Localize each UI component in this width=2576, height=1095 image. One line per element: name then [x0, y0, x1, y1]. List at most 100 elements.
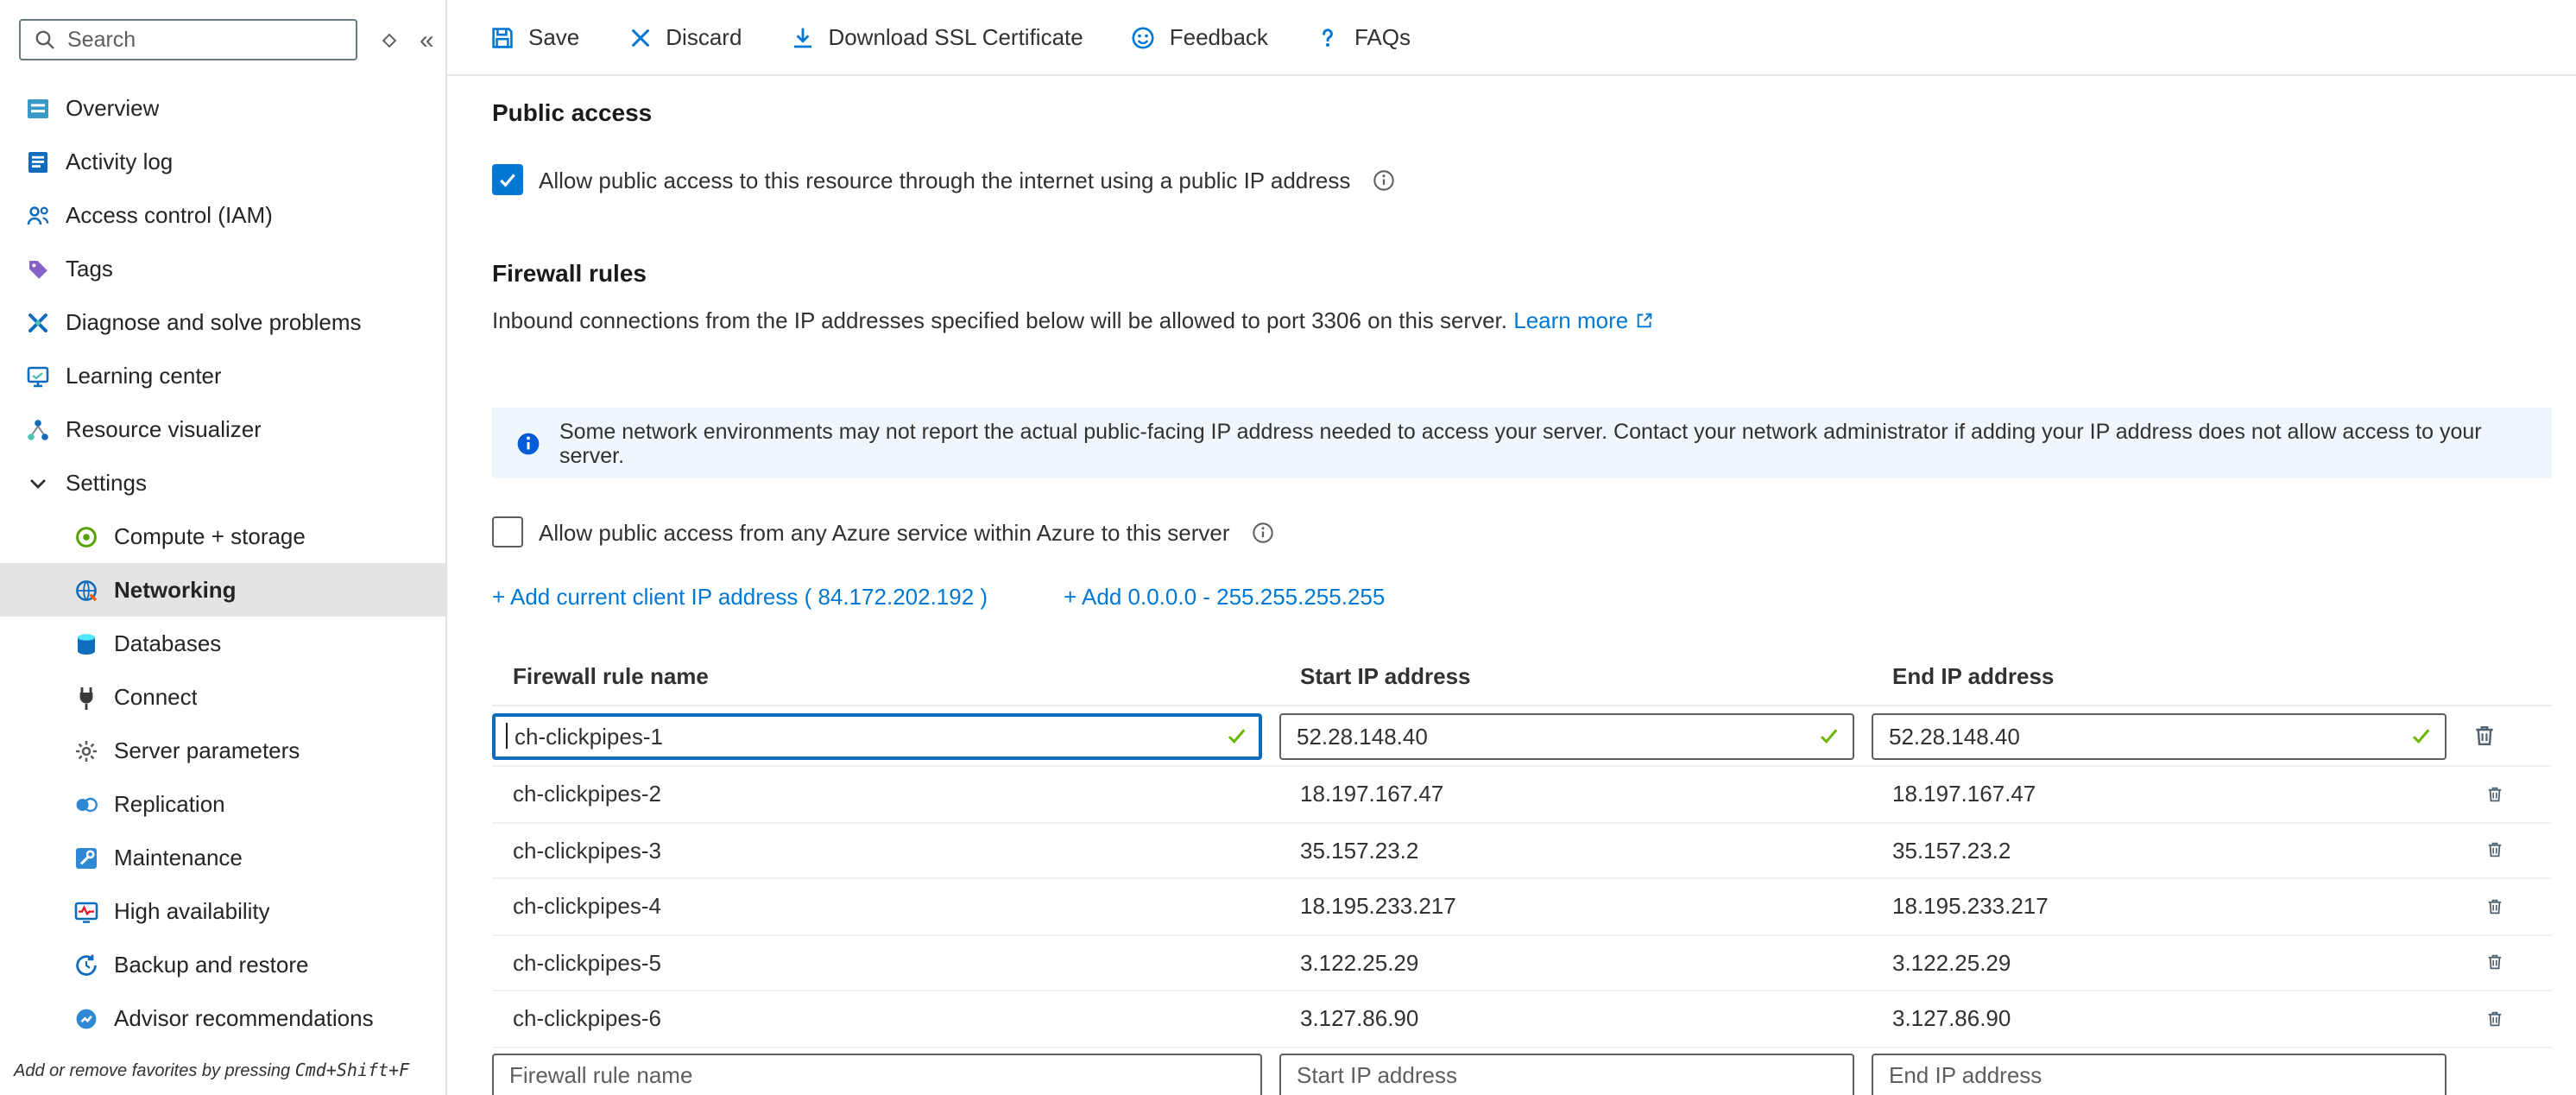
chevron-down-icon	[24, 469, 52, 497]
delete-rule-button[interactable]	[2464, 998, 2505, 1040]
sidebar-item-label: Server parameters	[114, 737, 300, 763]
save-label: Save	[528, 24, 579, 50]
start-ip-cell: 18.197.167.47	[1279, 782, 1854, 807]
add-ip-range-link[interactable]: + Add 0.0.0.0 - 255.255.255.255	[1064, 583, 1385, 609]
azure-access-checkbox-row: Allow public access from any Azure servi…	[492, 515, 2552, 549]
network-info-banner: Some network environments may not report…	[492, 408, 2552, 478]
sidebar-item-server-parameters[interactable]: Server parameters	[0, 724, 445, 777]
discard-button[interactable]: Discard	[626, 23, 742, 51]
firewall-table-header: Firewall rule name Start IP address End …	[492, 663, 2552, 706]
sidebar-item-label: Access control (IAM)	[66, 202, 273, 228]
start-ip-input-wrap	[1279, 712, 1854, 759]
start-ip-cell: 35.157.23.2	[1279, 838, 1854, 864]
people-icon	[24, 201, 52, 229]
faqs-button[interactable]: FAQs	[1315, 23, 1411, 51]
end-ip-cell: 18.195.233.217	[1872, 894, 2447, 920]
sidebar-item-maintenance[interactable]: Maintenance	[0, 831, 445, 884]
external-link-icon	[1633, 309, 1656, 332]
trash-icon	[2484, 837, 2505, 864]
compute-storage-icon	[73, 522, 100, 550]
collapse-sidebar-icon[interactable]: «	[420, 27, 434, 53]
network-info-banner-text: Some network environments may not report…	[559, 419, 2529, 467]
end-ip-input-wrap	[1872, 712, 2447, 759]
azure-access-checkbox[interactable]	[492, 516, 523, 548]
download-icon	[788, 23, 816, 51]
sidebar-search-box[interactable]	[19, 19, 357, 60]
start-ip-input[interactable]	[1279, 712, 1854, 759]
sidebar-item-high-availability[interactable]: High availability	[0, 884, 445, 938]
question-icon	[1315, 23, 1342, 51]
sidebar-item-replication[interactable]: Replication	[0, 777, 445, 831]
sidebar-item-connect[interactable]: Connect	[0, 670, 445, 724]
delete-rule-button[interactable]	[2464, 942, 2505, 984]
public-access-checkbox-label: Allow public access to this resource thr…	[539, 167, 1350, 193]
sidebar-item-label: Replication	[114, 791, 225, 817]
new-end-ip-input[interactable]	[1872, 1053, 2447, 1095]
sidebar-item-label: High availability	[114, 898, 270, 924]
start-ip-cell: 3.122.25.29	[1279, 950, 1854, 976]
sidebar-item-activity-log[interactable]: Activity log	[0, 135, 445, 188]
firewall-rules-heading: Firewall rules	[492, 259, 2552, 288]
info-icon[interactable]	[1251, 519, 1277, 545]
delete-rule-button[interactable]	[2464, 886, 2505, 927]
search-icon	[31, 26, 59, 54]
end-ip-input[interactable]	[1872, 712, 2447, 759]
sidebar-item-overview[interactable]: Overview	[0, 81, 445, 135]
sidebar-item-label: Compute + storage	[114, 523, 306, 549]
save-icon	[489, 23, 516, 51]
replication-icon	[73, 790, 100, 818]
sidebar-item-resource-visualizer[interactable]: Resource visualizer	[0, 402, 445, 456]
table-row: ch-clickpipes-6 3.127.86.90 3.127.86.90	[492, 990, 2552, 1046]
delete-rule-button[interactable]	[2464, 774, 2505, 815]
new-start-ip-input[interactable]	[1279, 1053, 1854, 1095]
public-access-checkbox[interactable]	[492, 164, 523, 195]
rule-name-input[interactable]	[492, 712, 1262, 759]
sidebar-item-label: Backup and restore	[114, 952, 308, 978]
sidebar-item-label: Learning center	[66, 363, 222, 389]
public-access-checkbox-row: Allow public access to this resource thr…	[492, 162, 2552, 197]
advisor-icon	[73, 1004, 100, 1032]
high-availability-icon	[73, 897, 100, 925]
delete-rule-button[interactable]	[2464, 830, 2505, 871]
new-rule-name-input[interactable]	[492, 1053, 1262, 1095]
sidebar-item-label: Settings	[66, 470, 147, 496]
sidebar-item-label: Diagnose and solve problems	[66, 309, 362, 335]
sidebar-item-tags[interactable]: Tags	[0, 242, 445, 295]
trash-icon	[2484, 781, 2505, 808]
activity-log-icon	[24, 148, 52, 175]
search-input[interactable]	[67, 28, 345, 52]
gear-icon	[73, 737, 100, 764]
feedback-button[interactable]: Feedback	[1130, 23, 1268, 51]
sidebar-item-learning-center[interactable]: Learning center	[0, 349, 445, 402]
diamond-icon[interactable]	[375, 26, 402, 54]
azure-networking-page: « Overview Activity log Access control (…	[0, 0, 2576, 1095]
favorites-hint: Add or remove favorites by pressing Cmd+…	[0, 1055, 445, 1095]
learn-more-link[interactable]: Learn more	[1513, 307, 1656, 333]
overview-icon	[24, 94, 52, 122]
delete-rule-button[interactable]	[2464, 715, 2505, 756]
sidebar-item-label: Activity log	[66, 149, 173, 174]
sidebar-item-compute-storage[interactable]: Compute + storage	[0, 510, 445, 563]
sidebar-item-label: Tags	[66, 256, 113, 282]
add-client-ip-link[interactable]: + Add current client IP address ( 84.172…	[492, 583, 988, 609]
plug-icon	[73, 683, 100, 711]
end-ip-cell: 3.122.25.29	[1872, 950, 2447, 976]
download-ssl-button[interactable]: Download SSL Certificate	[788, 23, 1083, 51]
sidebar-item-advisor-recommendations[interactable]: Advisor recommendations	[0, 991, 445, 1045]
wrench-icon	[73, 844, 100, 871]
firewall-description: Inbound connections from the IP addresse…	[492, 307, 2552, 335]
column-header-end-ip: End IP address	[1872, 663, 2447, 689]
add-rule-links: + Add current client IP address ( 84.172…	[492, 580, 2552, 611]
sidebar-item-diagnose[interactable]: Diagnose and solve problems	[0, 295, 445, 349]
sidebar-item-access-control[interactable]: Access control (IAM)	[0, 188, 445, 242]
sidebar-item-settings[interactable]: Settings	[0, 456, 445, 510]
sidebar-item-databases[interactable]: Databases	[0, 617, 445, 670]
sidebar-item-networking[interactable]: Networking	[0, 563, 445, 617]
save-button[interactable]: Save	[489, 23, 579, 51]
info-icon[interactable]	[1371, 167, 1397, 193]
trash-icon	[2484, 893, 2505, 921]
sidebar-item-label: Maintenance	[114, 845, 243, 870]
sidebar-item-label: Overview	[66, 95, 159, 121]
command-bar: Save Discard Download SSL Certificate Fe…	[447, 0, 2576, 76]
sidebar-item-backup-restore[interactable]: Backup and restore	[0, 938, 445, 991]
